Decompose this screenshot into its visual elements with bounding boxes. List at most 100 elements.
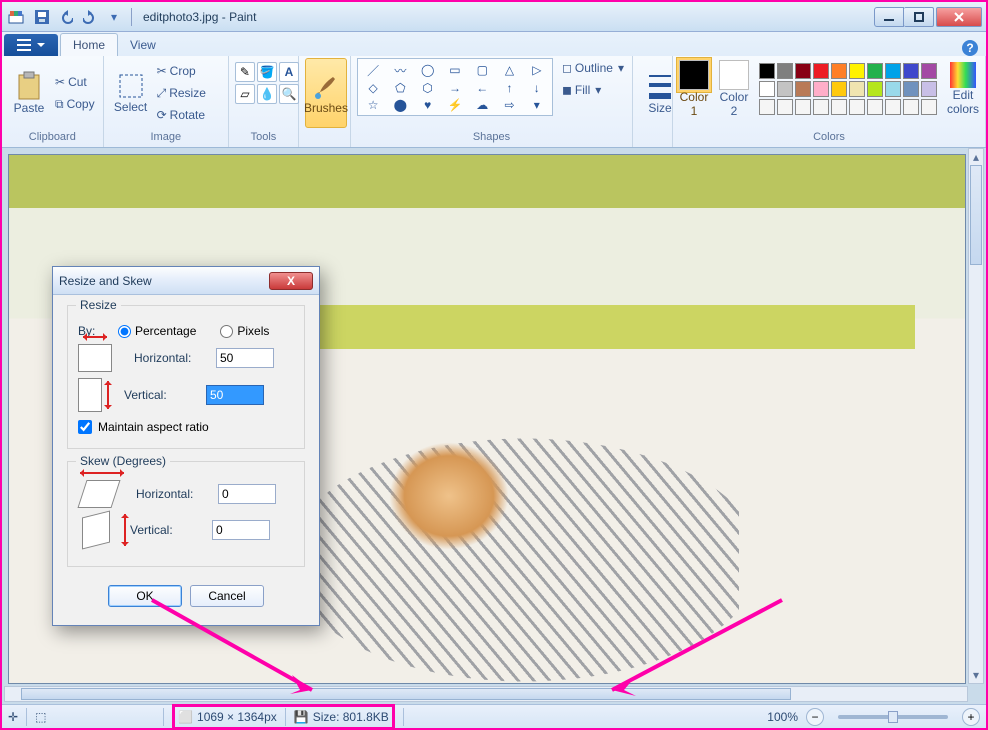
title-bar: ▾ editphoto3.jpg - Paint [2, 2, 986, 32]
shapes-gallery[interactable]: ／〰◯▭▢△▷ ◇⬠⬡→←↑↓ ☆⬤♥⚡☁⇨▾ [357, 58, 553, 116]
color1-well[interactable] [679, 60, 709, 90]
color-swatch[interactable] [831, 63, 847, 79]
brushes-button[interactable]: Brushes [305, 58, 347, 128]
dimensions-icon: ⬜ [178, 710, 193, 724]
scroll-thumb-h[interactable] [21, 688, 791, 700]
resize-dialog: Resize and Skew X Resize By: Percentage … [52, 266, 320, 626]
color-swatch[interactable] [885, 99, 901, 115]
ribbon-shapes-label: Shapes [357, 131, 626, 145]
tab-home[interactable]: Home [60, 33, 118, 56]
shape-outline-button[interactable]: ◻Outline▾ [560, 58, 626, 78]
magnifier-tool[interactable]: 🔍 [279, 84, 299, 104]
color-swatch[interactable] [849, 63, 865, 79]
color-swatch[interactable] [885, 63, 901, 79]
color-swatch[interactable] [867, 63, 883, 79]
color-swatch[interactable] [831, 99, 847, 115]
file-tab[interactable] [4, 34, 58, 56]
ribbon-colors: Color 1 Color 2 Edit colors Colors [673, 56, 986, 147]
color1-button[interactable]: Color 1 [679, 60, 709, 118]
resize-icon: ⤢ [157, 86, 167, 101]
color-swatch[interactable] [777, 63, 793, 79]
color-swatch[interactable] [777, 81, 793, 97]
qat-redo-icon[interactable] [79, 6, 101, 28]
qat-undo-icon[interactable] [55, 6, 77, 28]
color-swatch[interactable] [813, 99, 829, 115]
close-button[interactable] [936, 7, 982, 27]
dialog-title: Resize and Skew [59, 274, 152, 288]
color-swatch[interactable] [867, 99, 883, 115]
color2-well[interactable] [719, 60, 749, 90]
skew-horizontal-icon [77, 480, 120, 508]
dialog-close-button[interactable]: X [269, 272, 313, 290]
color-swatch[interactable] [921, 63, 937, 79]
color2-button[interactable]: Color 2 [719, 60, 749, 118]
fill-tool[interactable]: 🪣 [257, 62, 277, 82]
ribbon-size: Size [633, 56, 673, 147]
zoom-in-button[interactable]: + [962, 708, 980, 726]
copy-button[interactable]: ⧉Copy [53, 94, 97, 114]
tab-view[interactable]: View [118, 34, 168, 56]
color-swatch[interactable] [795, 63, 811, 79]
color-swatch[interactable] [903, 81, 919, 97]
color-swatch[interactable] [921, 99, 937, 115]
horizontal-scrollbar[interactable] [4, 686, 968, 702]
resize-button[interactable]: ⤢Resize [155, 83, 208, 103]
maintain-aspect-checkbox[interactable]: Maintain aspect ratio [78, 420, 294, 434]
color-swatch[interactable] [777, 99, 793, 115]
crop-icon: ✂ [157, 64, 167, 78]
color-swatch[interactable] [867, 81, 883, 97]
color-swatch[interactable] [885, 81, 901, 97]
zoom-slider[interactable] [838, 715, 948, 719]
shape-fill-button[interactable]: ◼Fill▾ [560, 80, 626, 100]
cut-button[interactable]: ✂Cut [53, 72, 97, 92]
resize-horizontal-input[interactable] [216, 348, 274, 368]
crop-button[interactable]: ✂Crop [155, 61, 208, 81]
color-swatch[interactable] [759, 99, 775, 115]
status-zoom: 100% [767, 710, 798, 724]
color-swatch[interactable] [849, 81, 865, 97]
eraser-tool[interactable]: ▱ [235, 84, 255, 104]
vertical-scrollbar[interactable]: ▴ ▾ [968, 148, 984, 684]
color-swatch[interactable] [849, 99, 865, 115]
radio-percentage[interactable]: Percentage [118, 324, 196, 338]
select-button[interactable]: Select [110, 58, 152, 128]
skew-legend: Skew (Degrees) [76, 454, 170, 468]
help-icon[interactable]: ? [962, 40, 978, 56]
color-swatch[interactable] [759, 81, 775, 97]
qat-save-icon[interactable] [31, 6, 53, 28]
color-swatch[interactable] [831, 81, 847, 97]
zoom-slider-knob[interactable] [888, 711, 898, 723]
skew-vertical-input[interactable] [212, 520, 270, 540]
text-tool[interactable]: A [279, 62, 299, 82]
color-swatch[interactable] [795, 99, 811, 115]
scroll-thumb-v[interactable] [970, 165, 982, 265]
zoom-out-button[interactable]: − [806, 708, 824, 726]
dialog-titlebar[interactable]: Resize and Skew X [53, 267, 319, 295]
paste-button[interactable]: Paste [8, 58, 50, 128]
color-swatch[interactable] [813, 63, 829, 79]
resize-vertical-input[interactable] [206, 385, 264, 405]
color-swatch[interactable] [921, 81, 937, 97]
scroll-down-icon[interactable]: ▾ [969, 667, 983, 683]
radio-pixels[interactable]: Pixels [220, 324, 269, 338]
qat-customize-icon[interactable]: ▾ [103, 6, 125, 28]
pencil-tool[interactable]: ✎ [235, 62, 255, 82]
picker-tool[interactable]: 💧 [257, 84, 277, 104]
color-swatch[interactable] [759, 63, 775, 79]
skew-horizontal-input[interactable] [218, 484, 276, 504]
minimize-button[interactable] [874, 7, 904, 27]
maximize-button[interactable] [904, 7, 934, 27]
color-swatch[interactable] [903, 99, 919, 115]
ok-button[interactable]: OK [108, 585, 182, 607]
rotate-button[interactable]: ⟳Rotate [155, 105, 208, 125]
color-swatch[interactable] [795, 81, 811, 97]
cancel-button[interactable]: Cancel [190, 585, 264, 607]
color-swatch[interactable] [903, 63, 919, 79]
cursor-icon: ✛ [8, 710, 18, 724]
scissors-icon: ✂ [55, 75, 65, 89]
color-swatches[interactable] [759, 63, 937, 115]
color-swatch[interactable] [813, 81, 829, 97]
scroll-up-icon[interactable]: ▴ [969, 149, 983, 165]
edit-colors-button[interactable]: Edit colors [947, 62, 979, 116]
status-bar: ✛ ⬚ ⬜1069 × 1364px 💾Size: 801.8KB 100% −… [2, 704, 986, 728]
